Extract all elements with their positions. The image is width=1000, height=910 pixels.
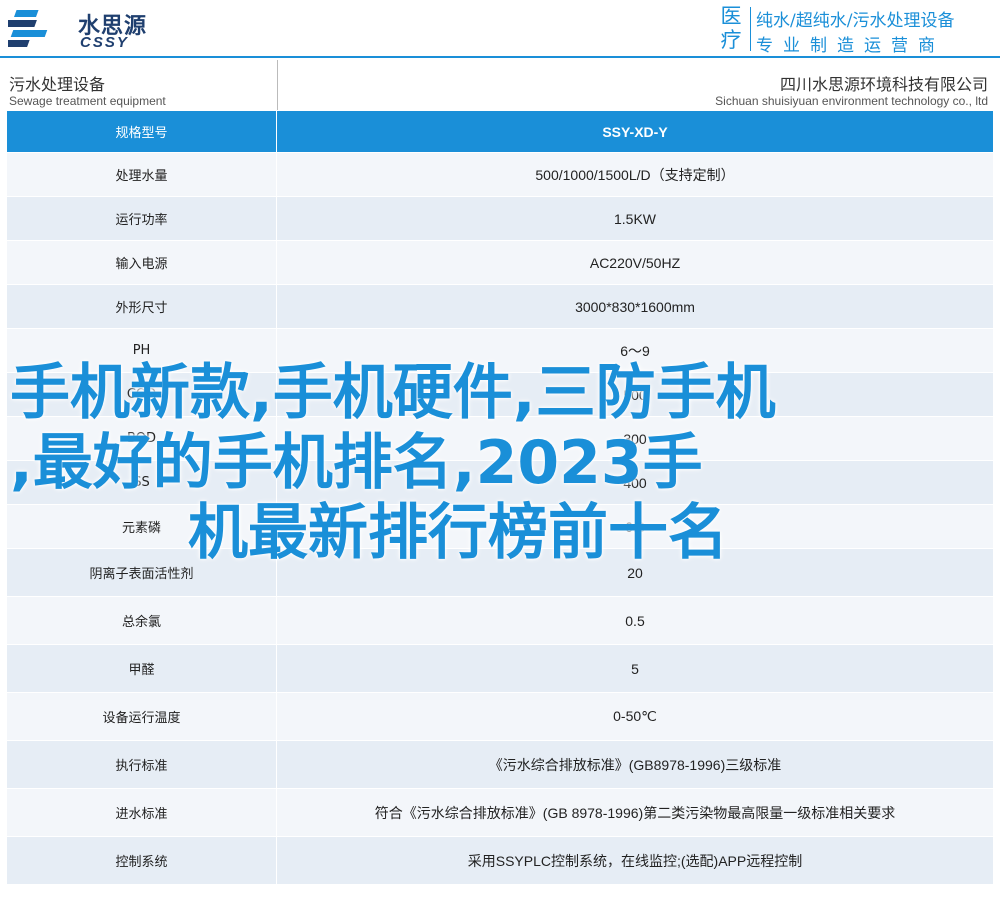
headline-line-1: 手机新款,手机硬件,三防手机	[10, 358, 776, 428]
table-row: 进水标准 符合《污水综合排放标准》(GB 8978-1996)第二类污染物最高限…	[6, 788, 994, 837]
slogan-line-2: 专业制造运营商	[756, 36, 945, 56]
title-row: 污水处理设备 Sewage treatment equipment 四川水思源环…	[0, 60, 1000, 112]
row-value: 3000*830*1600mm	[276, 284, 994, 329]
header-value-cell: SSY-XD-Y	[276, 110, 994, 153]
product-title-en: Sewage treatment equipment	[9, 94, 166, 108]
company-name-cn: 四川水思源环境科技有限公司	[779, 75, 988, 94]
top-banner: 水思源 CSSY 医疗 纯水/超纯水/污水处理设备 专业制造运营商	[0, 0, 1000, 58]
header-key-cell: 规格型号	[6, 110, 277, 153]
row-value: 0-50℃	[276, 692, 994, 741]
slogan-big-text: 医疗	[720, 4, 742, 52]
logo-mark-icon	[8, 10, 48, 47]
table-row: 甲醛 5	[6, 644, 994, 693]
row-value: AC220V/50HZ	[276, 240, 994, 285]
table-row: 执行标准 《污水综合排放标准》(GB8978-1996)三级标准	[6, 740, 994, 789]
table-row: 控制系统 采用SSYPLC控制系统，在线监控;(选配)APP远程控制	[6, 836, 994, 885]
row-value: 1.5KW	[276, 196, 994, 241]
row-value: 500/1000/1500L/D（支持定制）	[276, 152, 994, 197]
table-row: 总余氯 0.5	[6, 596, 994, 645]
row-key: 运行功率	[6, 196, 277, 241]
table-header-row: 规格型号 SSY-XD-Y	[6, 110, 994, 153]
table-row: 外形尺寸 3000*830*1600mm	[6, 284, 994, 329]
row-key: 甲醛	[6, 644, 277, 693]
table-row: 输入电源 AC220V/50HZ	[6, 240, 994, 285]
product-title-cn: 污水处理设备	[9, 75, 106, 94]
slogan-block: 医疗 纯水/超纯水/污水处理设备 专业制造运营商	[716, 4, 994, 56]
slogan-line-1: 纯水/超纯水/污水处理设备	[756, 11, 955, 31]
row-value: 符合《污水综合排放标准》(GB 8978-1996)第二类污染物最高限量一级标准…	[276, 788, 994, 837]
row-value: 5	[276, 644, 994, 693]
row-value: 0.5	[276, 596, 994, 645]
row-key: 处理水量	[6, 152, 277, 197]
headline-line-3: 机最新排行榜前十名	[188, 498, 728, 568]
row-key: 执行标准	[6, 740, 277, 789]
headline-overlay[interactable]: 手机新款,手机硬件,三防手机 ,最好的手机排名,2023手 机最新排行榜前十名	[10, 358, 910, 568]
row-value: 《污水综合排放标准》(GB8978-1996)三级标准	[276, 740, 994, 789]
row-key: 总余氯	[6, 596, 277, 645]
company-name-en: Sichuan shuisiyuan environment technolog…	[715, 94, 988, 108]
row-key: 输入电源	[6, 240, 277, 285]
row-value: 采用SSYPLC控制系统，在线监控;(选配)APP远程控制	[276, 836, 994, 885]
headline-line-2: ,最好的手机排名,2023手	[10, 428, 703, 498]
logo-en-text: CSSY	[80, 34, 129, 51]
company-logo[interactable]: 水思源 CSSY	[8, 6, 188, 52]
slogan-divider	[750, 7, 751, 51]
title-divider	[277, 60, 278, 112]
row-key: 设备运行温度	[6, 692, 277, 741]
row-key: 控制系统	[6, 836, 277, 885]
table-row: 运行功率 1.5KW	[6, 196, 994, 241]
table-row: 处理水量 500/1000/1500L/D（支持定制）	[6, 152, 994, 197]
table-row: 设备运行温度 0-50℃	[6, 692, 994, 741]
row-key: 外形尺寸	[6, 284, 277, 329]
row-key: 进水标准	[6, 788, 277, 837]
